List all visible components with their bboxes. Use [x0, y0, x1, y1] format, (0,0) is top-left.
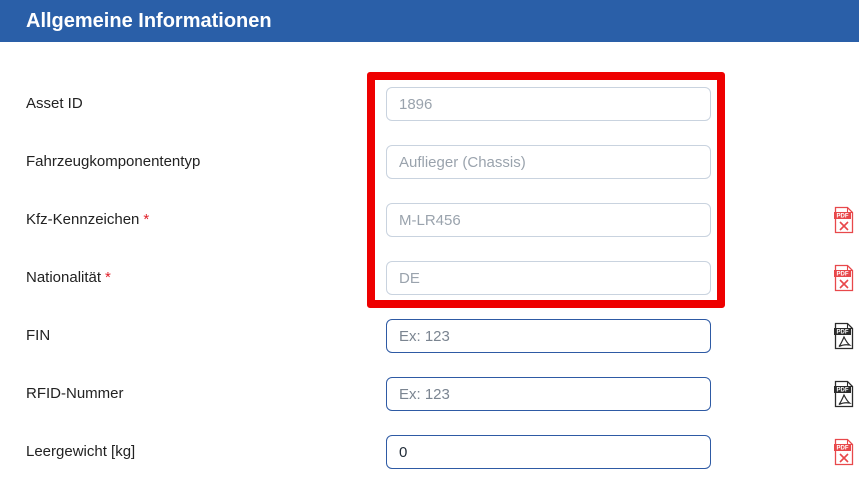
- nationality-label: Nationalität *: [26, 269, 111, 286]
- empty-weight-label: Leergewicht [kg]: [26, 443, 136, 460]
- section-header: Allgemeine Informationen: [0, 0, 859, 42]
- section-title: Allgemeine Informationen: [26, 10, 272, 32]
- license-plate-field[interactable]: [386, 203, 711, 237]
- license-plate-label: Kfz-Kennzeichen *: [26, 211, 150, 228]
- fin-input[interactable]: [386, 319, 711, 353]
- component-type-field[interactable]: [386, 145, 711, 179]
- fin-label: FIN: [26, 327, 51, 344]
- form-row-fin: FIN PDF: [0, 316, 859, 356]
- pdf-badge-text: PDF: [837, 388, 849, 394]
- empty-weight-input[interactable]: [386, 435, 711, 469]
- pdf-badge-text: PDF: [837, 446, 849, 452]
- required-marker: *: [143, 211, 150, 228]
- form-row-rfid: RFID-Nummer PDF: [0, 374, 859, 414]
- pdf-document-icon[interactable]: PDF: [834, 380, 854, 408]
- form-row-license-plate: Kfz-Kennzeichen* PDF: [0, 200, 859, 240]
- required-marker: *: [105, 269, 111, 286]
- rfid-input[interactable]: [386, 377, 711, 411]
- pdf-missing-icon[interactable]: PDF: [834, 438, 854, 466]
- form-row-empty-weight: Leergewicht [kg] PDF: [0, 432, 859, 472]
- pdf-badge-text: PDF: [837, 330, 849, 336]
- pdf-badge-text: PDF: [837, 214, 849, 220]
- pdf-badge-text: PDF: [837, 272, 849, 278]
- form-row-asset-id: Asset ID: [0, 84, 859, 124]
- form-row-nationality: Nationalität* PDF: [0, 258, 859, 298]
- asset-id-label: Asset ID: [26, 95, 83, 112]
- nationality-field[interactable]: [386, 261, 711, 295]
- pdf-missing-icon[interactable]: PDF: [834, 206, 854, 234]
- pdf-document-icon[interactable]: PDF: [834, 322, 854, 350]
- form-row-component-type: Fahrzeugkomponententyp: [0, 142, 859, 182]
- rfid-label: RFID-Nummer: [26, 385, 124, 402]
- pdf-missing-icon[interactable]: PDF: [834, 264, 854, 292]
- asset-id-field[interactable]: [386, 87, 711, 121]
- component-type-label: Fahrzeugkomponententyp: [26, 153, 201, 170]
